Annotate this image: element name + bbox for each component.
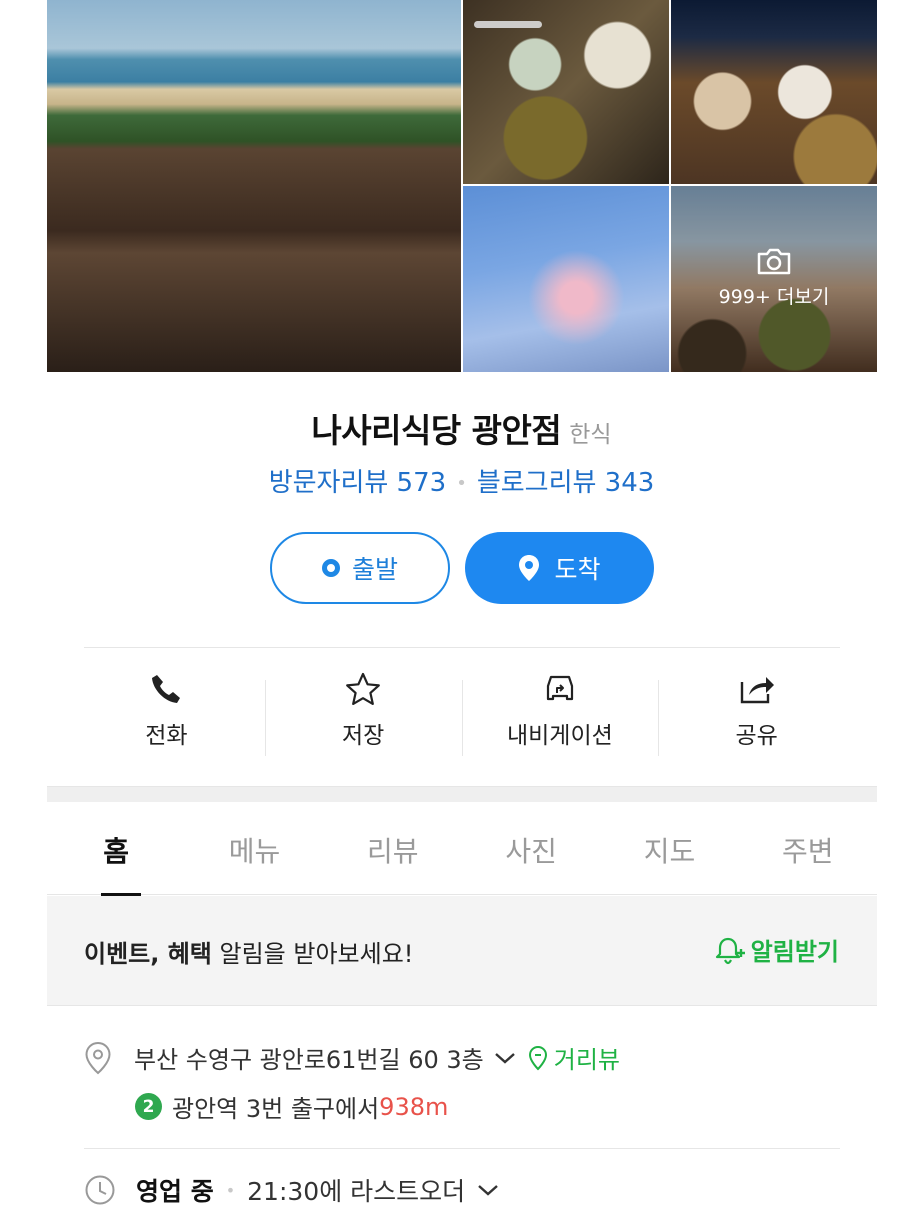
tab-reviews[interactable]: 리뷰 xyxy=(324,802,462,894)
main-photo[interactable] xyxy=(47,0,461,372)
event-message: 이벤트, 혜택 알림을 받아보세요! xyxy=(84,934,413,969)
divider xyxy=(84,647,840,648)
blog-review-link[interactable]: 블로그리뷰 343 xyxy=(477,468,655,498)
share-icon xyxy=(740,677,774,704)
location-pin-icon xyxy=(519,555,540,581)
action-bar: 전화 저장 내비게이션 공유 xyxy=(68,672,855,762)
subway-row: 2 광안역 3번 출구에서 938m xyxy=(135,1089,448,1124)
street-view-pin-icon xyxy=(528,1045,547,1070)
star-icon xyxy=(346,672,381,705)
subscribe-notification-label: 알림받기 xyxy=(750,938,839,966)
sheet-drag-handle[interactable] xyxy=(474,21,542,28)
address-text[interactable]: 부산 수영구 광안로61번길 60 3층 xyxy=(134,1040,484,1075)
place-category: 한식 xyxy=(569,422,612,448)
place-name: 나사리식당 광안점 xyxy=(311,411,562,450)
hours-row[interactable]: 영업 중 • 21:30에 라스트오더 xyxy=(84,1172,499,1208)
more-photos-label: 999+ 더보기 xyxy=(718,286,830,308)
photo-thumbnail[interactable] xyxy=(463,186,669,372)
separator-dot: • xyxy=(225,1180,236,1200)
tab-nearby[interactable]: 주변 xyxy=(739,802,877,894)
save-label: 저장 xyxy=(341,723,385,749)
photo-thumbnail[interactable] xyxy=(671,0,877,184)
tab-bar: 홈 메뉴 리뷰 사진 지도 주변 xyxy=(47,802,877,896)
visitor-review-link[interactable]: 방문자리뷰 573 xyxy=(269,468,447,498)
bell-plus-icon xyxy=(715,937,745,964)
address-row: 부산 수영구 광안로61번길 60 3층 거리뷰 xyxy=(84,1040,620,1075)
save-button[interactable]: 저장 xyxy=(264,672,462,762)
arrive-route-label: 도착 xyxy=(554,555,601,584)
location-pin-outline-icon xyxy=(85,1041,111,1074)
camera-icon xyxy=(757,248,791,275)
event-message-bold: 이벤트, 혜택 xyxy=(84,940,212,968)
chevron-down-icon[interactable] xyxy=(477,1183,499,1197)
section-separator xyxy=(47,786,877,802)
tab-menu[interactable]: 메뉴 xyxy=(185,802,323,894)
more-photos-button[interactable]: 999+ 더보기 xyxy=(671,186,877,372)
subscribe-notification-button[interactable]: 알림받기 xyxy=(715,932,839,967)
divider xyxy=(84,1148,840,1149)
share-label: 공유 xyxy=(735,723,778,749)
start-point-icon xyxy=(321,559,340,577)
phone-icon xyxy=(152,675,181,703)
start-route-label: 출발 xyxy=(351,555,398,584)
separator-dot: • xyxy=(456,473,467,494)
arrive-route-button[interactable]: 도착 xyxy=(465,532,654,604)
street-view-button[interactable]: 거리뷰 xyxy=(528,1040,620,1075)
navigation-button[interactable]: 내비게이션 xyxy=(461,672,659,762)
station-distance: 938m xyxy=(379,1092,449,1121)
tab-photos[interactable]: 사진 xyxy=(462,802,600,894)
car-navigation-icon xyxy=(546,675,573,701)
call-button[interactable]: 전화 xyxy=(68,672,265,762)
event-banner: 이벤트, 혜택 알림을 받아보세요! 알림받기 xyxy=(47,896,877,1006)
start-route-button[interactable]: 출발 xyxy=(270,532,450,604)
street-view-label: 거리뷰 xyxy=(553,1046,620,1074)
share-button[interactable]: 공유 xyxy=(658,672,855,762)
subway-line-badge: 2 xyxy=(135,1093,162,1120)
photo-gallery[interactable]: 999+ 더보기 xyxy=(47,0,877,372)
navigation-label: 내비게이션 xyxy=(506,723,613,749)
event-message-rest: 알림을 받아보세요! xyxy=(211,940,414,968)
tab-home[interactable]: 홈 xyxy=(47,802,185,896)
station-text: 광안역 3번 출구에서 xyxy=(172,1095,380,1123)
tab-map[interactable]: 지도 xyxy=(600,802,738,894)
call-label: 전화 xyxy=(145,723,188,749)
place-title: 나사리식당 광안점 한식 xyxy=(0,404,923,452)
chevron-down-icon[interactable] xyxy=(494,1051,516,1065)
review-counts: 방문자리뷰 573 • 블로그리뷰 343 xyxy=(0,462,923,499)
clock-icon xyxy=(85,1175,115,1205)
last-order-text: 21:30에 라스트오더 xyxy=(247,1177,466,1206)
business-status: 영업 중 xyxy=(136,1177,214,1206)
more-photos: 999+ 더보기 xyxy=(671,246,877,309)
